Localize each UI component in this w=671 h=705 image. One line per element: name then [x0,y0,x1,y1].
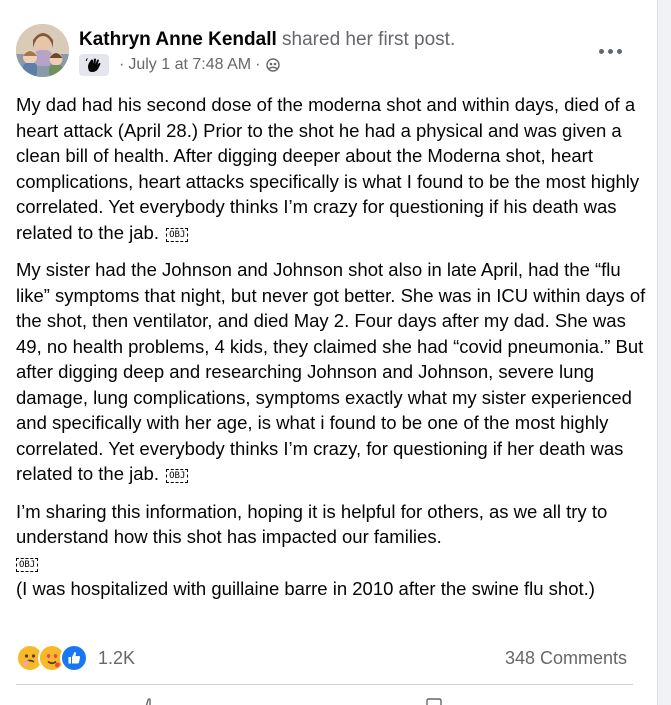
like-action-icon[interactable] [140,697,160,705]
post-paragraph: I’m sharing this information, hoping it … [16,499,652,602]
engagement-bar: 1.2K 348 Comments [16,642,627,674]
paragraph-text: My sister had the Johnson and Johnson sh… [16,259,646,484]
paragraph-text: My dad had his second dose of the modern… [16,94,640,243]
reaction-count: 1.2K [98,647,136,668]
post-timestamp[interactable]: July 1 at 7:48 AM [128,56,251,74]
share-action-icon[interactable] [424,697,444,705]
post-paragraph: My sister had the Johnson and Johnson sh… [16,257,652,487]
paragraph-text: I’m sharing this information, hoping it … [16,500,608,548]
post-card: Kathryn Anne Kendall shared her first po… [0,0,658,705]
object-placeholder-icon: OBJ [16,557,39,572]
more-options-button[interactable] [593,34,627,68]
meta-separator: · [255,56,261,73]
post-text: My dad had his second dose of the modern… [16,92,652,613]
reactions-summary[interactable]: 1.2K [16,644,135,672]
object-placeholder-icon: OBJ [166,469,189,483]
waving-hand-badge-icon[interactable] [79,54,109,76]
author-action-text: shared her first post. [282,29,456,50]
author-avatar[interactable] [16,24,69,77]
paragraph-text: (I was hospitalized with guillaine barre… [16,577,595,599]
more-dots-icon [598,48,622,54]
comments-count-link[interactable]: 348 Comments [505,648,627,669]
author-line: Kathryn Anne Kendall shared her first po… [79,28,455,52]
meta-separator: · [119,56,125,73]
like-emoji-icon [60,644,88,672]
action-divider [16,684,633,685]
object-placeholder-icon: OBJ [166,227,189,242]
post-meta: · July 1 at 7:48 AM · [79,54,281,76]
post-header: Kathryn Anne Kendall shared her first po… [16,24,641,80]
friends-audience-icon[interactable] [266,58,281,72]
author-name[interactable]: Kathryn Anne Kendall [79,29,277,50]
post-paragraph: My dad had his second dose of the modern… [16,92,652,245]
